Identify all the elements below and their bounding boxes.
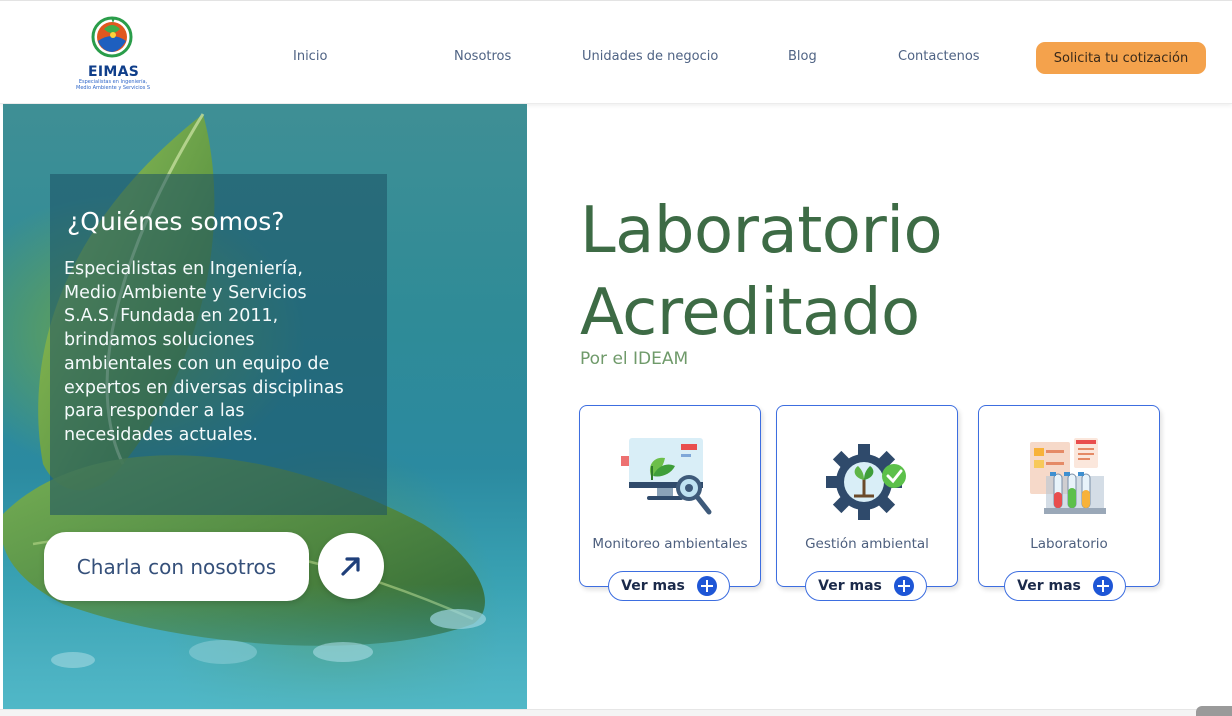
monitoring-icon: [621, 438, 712, 515]
quote-request-button[interactable]: Solicita tu cotización: [1036, 42, 1206, 74]
ver-mas-monitoreo-button[interactable]: Ver mas: [608, 571, 730, 601]
service-label: Monitoreo ambientales: [592, 536, 748, 552]
nav-unidades-de-negocio[interactable]: Unidades de negocio: [582, 49, 718, 64]
plus-icon: [696, 576, 717, 596]
hero-headline-line-1: Laboratorio: [580, 194, 943, 268]
service-label: Gestión ambiental: [805, 536, 929, 552]
service-label: Laboratorio: [1030, 536, 1108, 552]
nav-contactenos[interactable]: Contactenos: [898, 49, 980, 64]
gear-plant-icon: [826, 444, 906, 520]
scroll-indicator[interactable]: [1196, 706, 1232, 716]
hero-headline: Laboratorio Acreditado: [580, 190, 943, 354]
logo[interactable]: EIMAS Especialistas en Ingeniería, Medio…: [76, 15, 150, 95]
ver-mas-label: Ver mas: [1017, 578, 1081, 594]
about-text: Especialistas en Ingeniería, Medio Ambie…: [64, 259, 344, 445]
about-title: ¿Quiénes somos?: [67, 207, 285, 236]
plus-icon: [1092, 576, 1113, 596]
nav-blog[interactable]: Blog: [788, 49, 817, 64]
brand-name: EIMAS: [88, 64, 140, 80]
nav-nosotros[interactable]: Nosotros: [454, 49, 511, 64]
arrow-up-right-icon: [341, 557, 360, 576]
ver-mas-label: Ver mas: [621, 578, 685, 594]
service-card-laboratorio[interactable]: Laboratorio: [978, 405, 1160, 587]
ver-mas-gestion-button[interactable]: Ver mas: [805, 571, 927, 601]
chat-arrow-button[interactable]: [318, 533, 384, 599]
ver-mas-label: Ver mas: [818, 578, 882, 594]
site-header: EIMAS Especialistas en Ingeniería, Medio…: [0, 0, 1232, 104]
hero-subtitle: Por el IDEAM: [580, 349, 689, 369]
ver-mas-laboratorio-button[interactable]: Ver mas: [1004, 571, 1126, 601]
logo-icon: [91, 16, 133, 58]
chat-with-us-button[interactable]: Charla con nosotros: [44, 532, 309, 601]
hero-headline-line-2: Acreditado: [580, 276, 920, 350]
lab-tubes-icon: [1030, 438, 1106, 514]
page-bottom-edge: [0, 709, 1232, 716]
brand-tagline-2: Medio Ambiente y Servicios S.A.S.: [76, 85, 150, 91]
service-card-monitoreo[interactable]: Monitoreo ambientales: [579, 405, 761, 587]
plus-icon: [893, 576, 914, 596]
nav-inicio[interactable]: Inicio: [293, 49, 327, 64]
service-card-gestion[interactable]: Gestión ambiental: [776, 405, 958, 587]
